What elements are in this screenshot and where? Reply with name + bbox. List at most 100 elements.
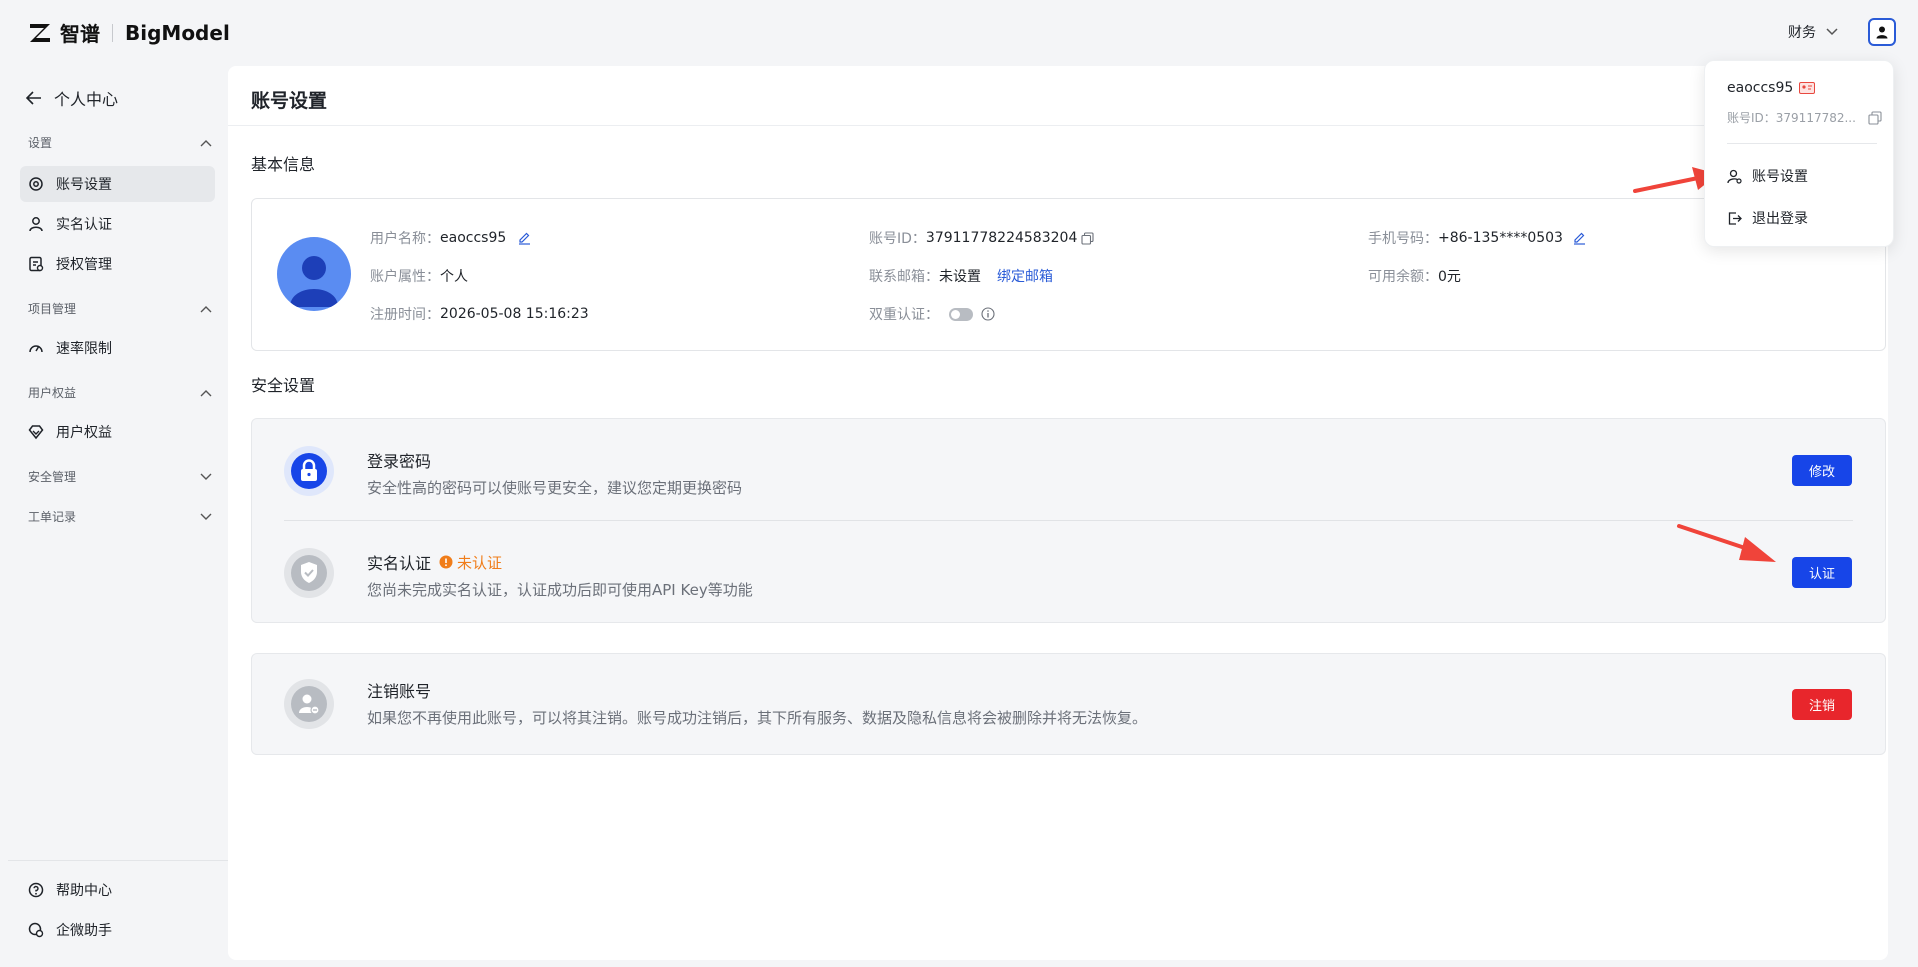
chevron-down-icon <box>200 473 212 480</box>
realname-desc: 您尚未完成实名认证，认证成功后即可使用API Key等功能 <box>367 581 753 599</box>
username-label: 用户名称： <box>370 231 440 247</box>
security-heading: 安全设置 <box>251 376 316 395</box>
balance-label: 可用余额： <box>1368 269 1438 285</box>
basic-info-card: 用户名称： eaoccs95 账户属性： 个人 注册时间： 2026-05-08… <box>251 198 1886 351</box>
register-time-label: 注册时间： <box>370 307 440 323</box>
sidebar-item-label: 帮助中心 <box>56 883 112 899</box>
sidebar-item-user-benefits[interactable]: 用户权益 <box>20 414 215 450</box>
account-type-label: 账户属性： <box>370 269 440 285</box>
dropdown-item-label: 退出登录 <box>1752 211 1808 227</box>
section-security-management[interactable]: 安全管理 <box>28 468 212 485</box>
speedometer-icon <box>29 345 43 353</box>
sidebar-item-label: 速率限制 <box>56 341 112 357</box>
dropdown-username: eaoccs95 <box>1727 80 1816 96</box>
section-label: 用户权益 <box>28 386 77 400</box>
brand-name-en: BigModel <box>125 20 230 45</box>
cancel-account-card: 注销账号 如果您不再使用此账号，可以将其注销。账号成功注销后，其下所有服务、数据… <box>251 653 1886 755</box>
balance-value: 0元 <box>1438 269 1461 285</box>
account-id-label: 账号ID： <box>869 231 926 247</box>
sidebar: 个人中心 设置 账号设置 实名认证 授权管理 项目管理 速率限制 用户权益 用户… <box>0 66 228 967</box>
account-id-field: 账号ID： 37911778224583204 <box>869 228 1094 248</box>
realname-status-text: 未认证 <box>457 553 503 572</box>
email-field: 联系邮箱： 未设置 绑定邮箱 <box>869 266 1053 286</box>
two-factor-field: 双重认证： <box>869 304 995 324</box>
realname-row-icon <box>284 548 334 598</box>
password-row-icon <box>284 446 334 496</box>
user-avatar-button[interactable] <box>1868 18 1896 46</box>
sidebar-item-authorization[interactable]: 授权管理 <box>20 246 215 282</box>
sidebar-item-rate-limit[interactable]: 速率限制 <box>20 330 215 366</box>
cancel-desc: 如果您不再使用此账号，可以将其注销。账号成功注销后，其下所有服务、数据及隐私信息… <box>367 709 1148 727</box>
chevron-up-icon <box>200 139 212 146</box>
section-label: 安全管理 <box>28 470 77 484</box>
info-icon[interactable] <box>981 307 995 321</box>
dropdown-item-account-settings[interactable]: 账号设置 <box>1727 166 1808 186</box>
two-factor-toggle[interactable] <box>949 307 973 321</box>
annotation-arrow-icon <box>1677 524 1776 562</box>
register-time-value: 2026-05-08 15:16:23 <box>440 306 589 322</box>
gear-icon <box>29 177 43 191</box>
copy-icon[interactable] <box>1081 231 1094 245</box>
section-settings[interactable]: 设置 <box>28 134 212 151</box>
dropdown-divider <box>1727 143 1877 144</box>
brand-logo[interactable]: 智谱 BigModel <box>28 18 230 47</box>
cancel-title-text: 注销账号 <box>367 682 432 701</box>
brand-separator <box>112 23 113 42</box>
two-factor-label: 双重认证： <box>869 307 939 323</box>
modify-password-button[interactable]: 修改 <box>1792 455 1852 486</box>
dropdown-account-id: 账号ID： 379117782... <box>1727 109 1882 126</box>
user-icon <box>29 217 43 232</box>
account-type-value: 个人 <box>440 269 468 285</box>
account-id-value: 37911778224583204 <box>925 230 1078 246</box>
finance-label: 财务 <box>1788 25 1816 41</box>
cancel-account-button[interactable]: 注销 <box>1792 689 1852 720</box>
dropdown-item-label: 账号设置 <box>1752 169 1808 185</box>
section-project-management[interactable]: 项目管理 <box>28 300 212 317</box>
section-label: 工单记录 <box>28 510 77 524</box>
dropdown-item-logout[interactable]: 退出登录 <box>1727 208 1808 228</box>
title-divider <box>228 125 1888 126</box>
lock-icon <box>291 453 327 489</box>
dropdown-username-text: eaoccs95 <box>1727 80 1794 96</box>
shield-check-icon <box>291 555 327 591</box>
sidebar-item-wecom-assistant[interactable]: 企微助手 <box>20 912 215 948</box>
register-time-field: 注册时间： 2026-05-08 15:16:23 <box>370 304 589 324</box>
password-title-text: 登录密码 <box>367 452 432 471</box>
verify-realname-button[interactable]: 认证 <box>1792 557 1852 588</box>
back-to-personal-center[interactable]: 个人中心 <box>26 86 118 110</box>
sidebar-item-account-settings[interactable]: 账号设置 <box>20 166 215 202</box>
sidebar-item-label: 授权管理 <box>56 257 112 273</box>
password-title: 登录密码 <box>367 448 431 472</box>
section-user-benefits[interactable]: 用户权益 <box>28 384 212 401</box>
finance-menu[interactable]: 财务 <box>1788 22 1838 42</box>
phone-label: 手机号码： <box>1368 231 1438 247</box>
copy-icon[interactable] <box>1868 110 1882 125</box>
top-bar: 智谱 BigModel 财务 <box>0 0 1918 66</box>
main-panel: 账号设置 基本信息 用户名称： eaoccs95 账户属性： 个人 注册时间： … <box>228 66 1888 960</box>
edit-phone-icon[interactable] <box>1573 232 1586 245</box>
sidebar-item-help-center[interactable]: 帮助中心 <box>20 872 215 908</box>
page-title: 账号设置 <box>251 90 328 112</box>
basic-info-heading: 基本信息 <box>251 155 316 174</box>
email-label: 联系邮箱： <box>869 269 939 285</box>
dropdown-id-value: 379117782... <box>1775 110 1856 125</box>
brand-name-cn: 智谱 <box>60 22 100 46</box>
edit-username-icon[interactable] <box>518 232 531 245</box>
sidebar-item-label: 企微助手 <box>56 923 112 939</box>
cancel-row-icon <box>284 679 334 729</box>
sidebar-item-label: 实名认证 <box>56 217 112 233</box>
chevron-down-icon <box>200 513 212 520</box>
sidebar-item-realname[interactable]: 实名认证 <box>20 206 215 242</box>
security-settings-card: 登录密码 安全性高的密码可以使账号更安全，建议您定期更换密码 修改 实名认证 未… <box>251 418 1886 623</box>
diamond-icon <box>28 425 44 440</box>
username-value: eaoccs95 <box>440 230 507 246</box>
chevron-down-icon <box>1826 28 1838 36</box>
phone-field: 手机号码： +86-135****0503 <box>1368 228 1586 248</box>
sidebar-divider <box>8 860 228 861</box>
chevron-up-icon <box>200 389 212 396</box>
sidebar-item-label: 用户权益 <box>56 425 112 441</box>
section-ticket-records[interactable]: 工单记录 <box>28 508 212 525</box>
arrow-left-icon <box>26 91 41 105</box>
email-value: 未设置 <box>939 269 981 285</box>
bind-email-link[interactable]: 绑定邮箱 <box>997 266 1053 286</box>
